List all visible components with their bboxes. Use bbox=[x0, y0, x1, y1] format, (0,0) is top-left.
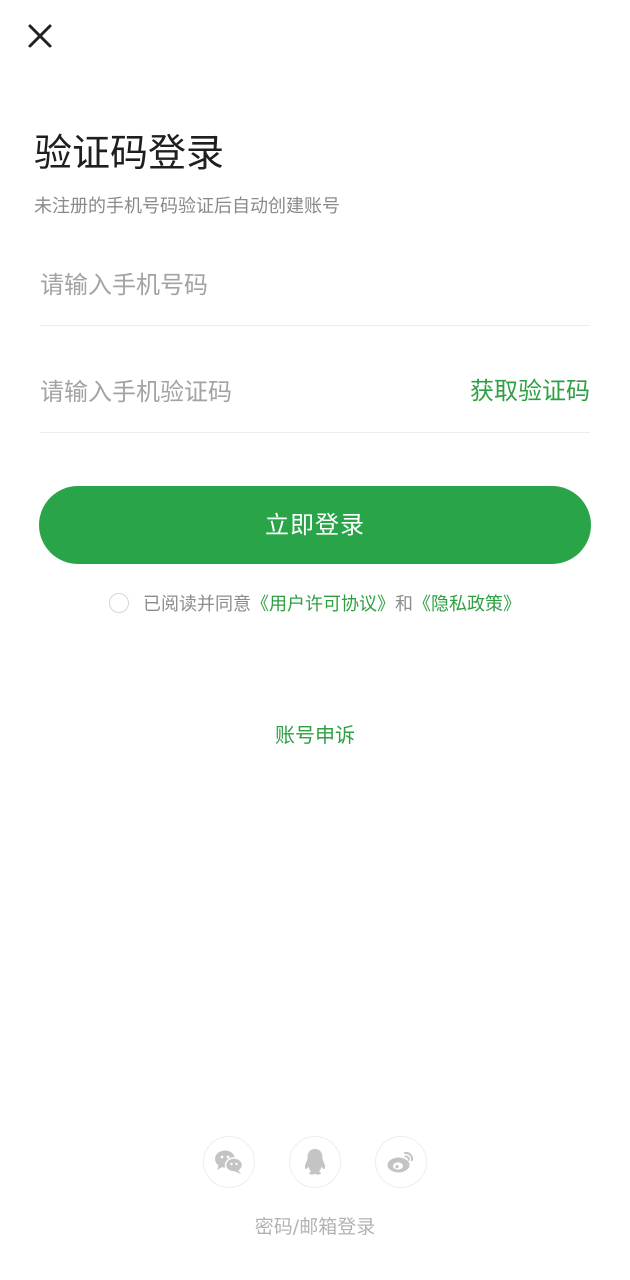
page-title: 验证码登录 bbox=[34, 131, 225, 175]
weibo-login-button[interactable] bbox=[375, 1136, 427, 1188]
close-icon bbox=[28, 24, 52, 48]
social-login-row bbox=[0, 1136, 630, 1188]
agreement-prefix: 已阅读并同意 bbox=[143, 594, 251, 615]
code-field-row: 获取验证码 bbox=[40, 362, 590, 433]
close-button[interactable] bbox=[22, 18, 58, 54]
account-appeal-link[interactable]: 账号申诉 bbox=[0, 720, 630, 750]
qq-icon bbox=[304, 1149, 326, 1175]
agreement-checkbox[interactable] bbox=[109, 593, 129, 613]
phone-input[interactable] bbox=[40, 255, 440, 315]
agreement-conjunction: 和 bbox=[395, 594, 413, 615]
privacy-policy-link[interactable]: 《隐私政策》 bbox=[413, 590, 521, 616]
page-subtitle: 未注册的手机号码验证后自动创建账号 bbox=[34, 196, 340, 217]
agreement-row: 已阅读并同意 《用户许可协议》 和 《隐私政策》 bbox=[0, 588, 630, 618]
login-button[interactable]: 立即登录 bbox=[39, 486, 591, 564]
wechat-icon bbox=[215, 1150, 244, 1174]
phone-field-row bbox=[40, 255, 590, 326]
get-code-button[interactable]: 获取验证码 bbox=[470, 374, 590, 408]
weibo-icon bbox=[387, 1151, 414, 1173]
user-agreement-link[interactable]: 《用户许可协议》 bbox=[251, 590, 395, 616]
password-email-login-link[interactable]: 密码/邮箱登录 bbox=[0, 1213, 630, 1241]
wechat-login-button[interactable] bbox=[203, 1136, 255, 1188]
qq-login-button[interactable] bbox=[289, 1136, 341, 1188]
verification-code-input[interactable] bbox=[40, 362, 440, 422]
